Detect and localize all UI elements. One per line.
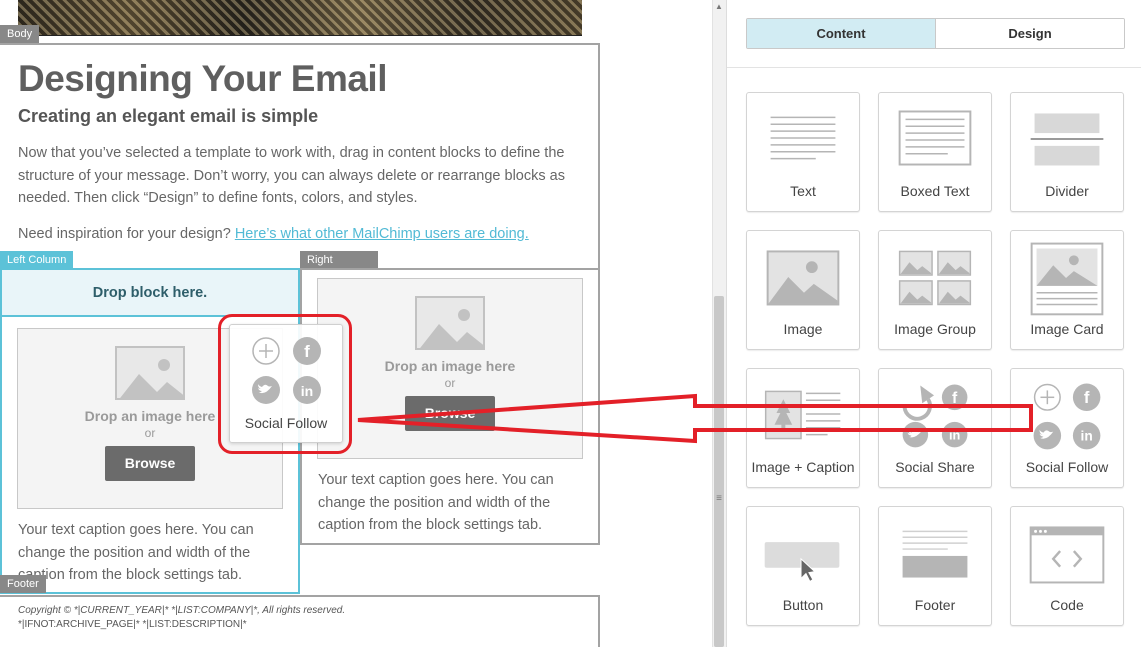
- right-caption: Your text caption goes here. You can cha…: [318, 472, 554, 533]
- inspiration-text: Need inspiration for your design? Here’s…: [18, 226, 578, 242]
- block-label: Text: [790, 183, 816, 199]
- image-group-block-icon: [898, 250, 972, 306]
- scrollbar-thumb[interactable]: [714, 296, 724, 647]
- block-social-follow[interactable]: f in Social Follow: [1010, 368, 1124, 488]
- block-image-caption[interactable]: Image + Caption: [746, 368, 860, 488]
- block-label: Code: [1050, 597, 1084, 613]
- text-block-icon: [770, 116, 836, 160]
- svg-text:in: in: [949, 428, 960, 443]
- svg-text:f: f: [952, 390, 958, 407]
- email-canvas: Body Designing Your Email Creating an el…: [0, 0, 712, 647]
- image-card-block-icon: [1030, 242, 1104, 316]
- block-label: Footer: [914, 597, 956, 613]
- browse-button[interactable]: Browse: [105, 446, 195, 481]
- block-label: Image: [783, 321, 823, 337]
- block-label: Image Group: [894, 321, 976, 337]
- block-label: Social Follow: [1025, 459, 1109, 475]
- tab-content[interactable]: Content: [747, 19, 936, 48]
- block-label: Image + Caption: [751, 459, 855, 475]
- drop-block-zone[interactable]: Drop block here.: [2, 270, 298, 317]
- panel-tabs: Content Design: [746, 18, 1125, 49]
- block-image[interactable]: Image: [746, 230, 860, 350]
- left-column-tag: Left Column: [0, 251, 74, 269]
- right-column-tag: Right Column: [300, 251, 378, 284]
- header-image[interactable]: [18, 0, 582, 36]
- annotation-highlight: [218, 314, 352, 454]
- panel-divider: [727, 67, 1141, 68]
- block-text[interactable]: Text: [746, 92, 860, 212]
- block-image-card[interactable]: Image Card: [1010, 230, 1124, 350]
- block-label: Boxed Text: [900, 183, 970, 199]
- block-boxed-text[interactable]: Boxed Text: [878, 92, 992, 212]
- social-follow-block-icon: f in: [1033, 383, 1101, 450]
- inspiration-link[interactable]: Here’s what other MailChimp users are do…: [235, 226, 529, 242]
- right-image-drop-zone[interactable]: Drop an image here or Browse: [317, 278, 583, 459]
- tab-design[interactable]: Design: [936, 19, 1124, 48]
- image-caption-block-icon: [764, 390, 841, 440]
- drop-image-label: Drop an image here: [384, 358, 516, 374]
- browse-button[interactable]: Browse: [405, 396, 495, 431]
- inspiration-prefix: Need inspiration for your design?: [18, 226, 235, 242]
- content-blocks-panel: Content Design Text Boxed Text Divider I…: [726, 0, 1141, 647]
- boxed-text-block-icon: [898, 110, 972, 166]
- button-block-icon: [764, 542, 840, 583]
- svg-text:in: in: [1081, 429, 1093, 444]
- footer-text: Copyright © *|CURRENT_YEAR|* *|LIST:COMP…: [18, 604, 345, 632]
- svg-text:f: f: [1084, 388, 1090, 407]
- image-placeholder-icon: [415, 296, 485, 350]
- scrollbar-grip-icon: ≡: [716, 493, 722, 504]
- block-footer[interactable]: Footer: [878, 506, 992, 626]
- footer-block-icon: [902, 530, 968, 578]
- intro-paragraph: Now that you’ve selected a template to w…: [18, 145, 565, 206]
- or-label: or: [444, 376, 456, 390]
- block-code[interactable]: Code: [1010, 506, 1124, 626]
- code-block-icon: [1029, 526, 1105, 584]
- block-label: Image Card: [1030, 321, 1104, 337]
- divider-block-icon: [1030, 113, 1104, 166]
- page-heading: Designing Your Email: [18, 58, 387, 99]
- footer-section-tag: Footer: [0, 575, 46, 593]
- body-section-tag: Body: [0, 25, 40, 43]
- block-image-group[interactable]: Image Group: [878, 230, 992, 350]
- block-label: Button: [782, 597, 824, 613]
- block-button[interactable]: Button: [746, 506, 860, 626]
- left-caption: Your text caption goes here. You can cha…: [18, 522, 254, 583]
- block-divider[interactable]: Divider: [1010, 92, 1124, 212]
- block-social-share[interactable]: f in Social Share: [878, 368, 992, 488]
- scroll-up-arrow-icon[interactable]: ▲: [714, 2, 724, 12]
- social-share-block-icon: f in: [902, 384, 968, 448]
- footer-copyright: Copyright © *|CURRENT_YEAR|* *|LIST:COMP…: [18, 605, 346, 616]
- image-block-icon: [766, 250, 840, 306]
- block-label: Social Share: [895, 459, 975, 475]
- image-placeholder-icon: [115, 346, 185, 400]
- page-subheading: Creating an elegant email is simple: [18, 106, 319, 126]
- block-label: Divider: [1045, 183, 1089, 199]
- footer-merge-tags: *|IFNOT:ARCHIVE_PAGE|* *|LIST:DESCRIPTIO…: [18, 619, 247, 630]
